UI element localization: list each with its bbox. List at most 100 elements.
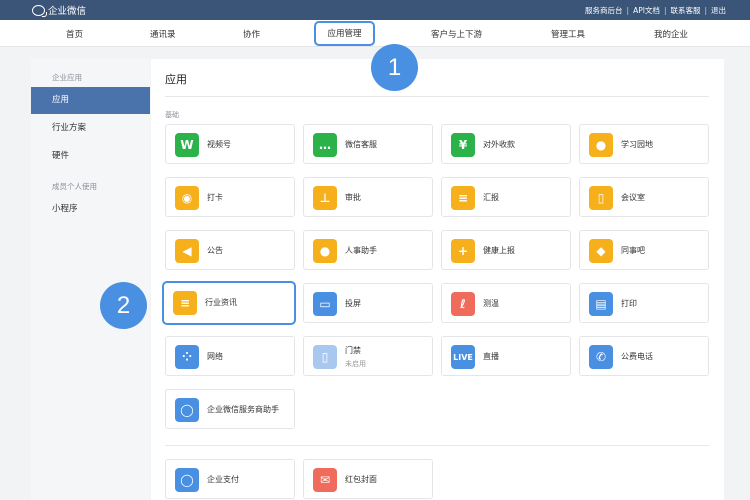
app-card[interactable]: ◆ 同事吧: [579, 230, 709, 270]
app-card[interactable]: ◉ 打卡: [165, 177, 295, 217]
app-card-label: 汇报: [483, 193, 499, 202]
main-panel: 应用 基础 W 视频号 … 微信客服 ¥ 对外收款 ● 学习园地 ◉ 打卡 ⊥ 审批 ≡ 汇报 ▯ 会议室 ◀ 公…: [151, 59, 724, 500]
app-card[interactable]: ● 学习园地: [579, 124, 709, 164]
screen-cast-icon: ▭: [313, 292, 337, 316]
sidebar-group-personal-use: 成员个人使用: [52, 182, 97, 191]
video-channel-icon: W: [175, 133, 199, 157]
sidebar-item-industry-solutions[interactable]: 行业方案: [31, 115, 150, 142]
news-icon: ≡: [173, 291, 197, 315]
app-card-label: 测温: [483, 299, 499, 308]
app-card[interactable]: + 健康上报: [441, 230, 571, 270]
nav-collaboration[interactable]: 协作: [243, 28, 260, 40]
app-card[interactable]: ▤ 打印: [579, 283, 709, 323]
app-card[interactable]: ▯ 门禁未启用: [303, 336, 433, 376]
app-card-label: 企业支付: [207, 475, 239, 484]
nav-home[interactable]: 首页: [66, 28, 83, 40]
router-icon: ⁘: [175, 345, 199, 369]
divider: |: [704, 6, 707, 15]
app-card[interactable]: ◀ 公告: [165, 230, 295, 270]
chat-bubble-icon: ◯: [175, 398, 199, 422]
sidebar-group-enterprise-apps: 企业应用: [52, 73, 82, 82]
app-card-label: 会议室: [621, 193, 645, 202]
person-icon: ●: [313, 239, 337, 263]
app-card-status: 未启用: [345, 360, 366, 368]
app-card-label: 视频号: [207, 140, 231, 149]
app-card-label: 对外收款: [483, 140, 515, 149]
report-icon: ≡: [451, 186, 475, 210]
app-card[interactable]: ¥ 对外收款: [441, 124, 571, 164]
app-card-label: 门禁: [345, 346, 361, 355]
live-icon: LIVE: [451, 345, 475, 369]
app-card-label: 健康上报: [483, 246, 515, 255]
app-card[interactable]: ▭ 投屏: [303, 283, 433, 323]
nav-app-management[interactable]: 应用管理: [314, 21, 375, 46]
network-icon: ◆: [589, 239, 613, 263]
section-label-basic: 基础: [165, 111, 179, 119]
printer-icon: ▤: [589, 292, 613, 316]
app-card-label: 打印: [621, 299, 637, 308]
app-card-label: 直播: [483, 352, 499, 361]
app-card-label: 公告: [207, 246, 223, 255]
step-badge-two: 2: [100, 282, 147, 329]
sidebar: 企业应用 应用 行业方案 硬件 成员个人使用 小程序: [31, 59, 150, 500]
planet-icon: ●: [589, 133, 613, 157]
app-card[interactable]: W 视频号: [165, 124, 295, 164]
link-api-docs[interactable]: API文档: [633, 5, 660, 16]
app-card[interactable]: ✉ 红包封面: [303, 459, 433, 499]
app-card[interactable]: ≡ 行业资讯: [162, 281, 296, 325]
app-card-label: 打卡: [207, 193, 223, 202]
app-card[interactable]: … 微信客服: [303, 124, 433, 164]
main-nav: 首页 通讯录 协作 客户与上下游 管理工具 我的企业: [0, 20, 750, 47]
sidebar-item-apps[interactable]: 应用: [31, 87, 150, 114]
sidebar-item-hardware[interactable]: 硬件: [31, 143, 150, 170]
phone-icon: ✆: [589, 345, 613, 369]
payment-icon: ¥: [451, 133, 475, 157]
link-logout[interactable]: 退出: [711, 5, 726, 16]
sidebar-item-mini-programs[interactable]: 小程序: [31, 196, 150, 223]
brand-logo[interactable]: 企业微信: [32, 3, 86, 17]
stamp-icon: ⊥: [313, 186, 337, 210]
app-card[interactable]: ▯ 会议室: [579, 177, 709, 217]
medical-kit-icon: +: [451, 239, 475, 263]
divider: |: [626, 6, 630, 15]
app-card[interactable]: ≡ 汇报: [441, 177, 571, 217]
nav-app-management-label: 应用管理: [327, 29, 362, 39]
top-bar: 企业微信 服务商后台 | API文档 | 联系客服 | 退出: [0, 0, 750, 20]
payment-chat-icon: ◯: [175, 468, 199, 492]
app-card[interactable]: ⁘ 网络: [165, 336, 295, 376]
divider: [165, 445, 709, 446]
app-card-label: 同事吧: [621, 246, 645, 255]
app-card[interactable]: ℓ 测温: [441, 283, 571, 323]
app-card-label: 企业微信服务商助手: [207, 405, 279, 414]
brand-name: 企业微信: [48, 6, 87, 17]
app-card-label: 网络: [207, 352, 223, 361]
app-card-label: 行业资讯: [205, 298, 237, 307]
app-card[interactable]: ◯ 企业支付: [165, 459, 295, 499]
nav-contacts[interactable]: 通讯录: [150, 28, 176, 40]
app-card-label: 投屏: [345, 299, 361, 308]
divider: |: [663, 6, 667, 15]
app-card-label: 微信客服: [345, 140, 377, 149]
divider: [165, 96, 709, 97]
app-card[interactable]: LIVE 直播: [441, 336, 571, 376]
top-links: 服务商后台 | API文档 | 联系客服 | 退出: [585, 5, 726, 16]
app-card[interactable]: ● 人事助手: [303, 230, 433, 270]
app-card[interactable]: ⊥ 审批: [303, 177, 433, 217]
location-pin-icon: ◉: [175, 186, 199, 210]
link-contact-support[interactable]: 联系客服: [670, 5, 700, 16]
wecom-logo-icon: [32, 4, 47, 17]
app-card-label: 公费电话: [621, 352, 653, 361]
app-card-label: 审批: [345, 193, 361, 202]
app-card-label: 人事助手: [345, 246, 377, 255]
nav-admin-tools[interactable]: 管理工具: [551, 28, 585, 40]
app-card-label: 红包封面: [345, 475, 377, 484]
nav-my-company[interactable]: 我的企业: [654, 28, 688, 40]
thermometer-icon: ℓ: [451, 292, 475, 316]
link-provider-console[interactable]: 服务商后台: [585, 5, 623, 16]
nav-customers[interactable]: 客户与上下游: [431, 28, 482, 40]
access-door-icon: ▯: [313, 345, 337, 369]
app-card[interactable]: ✆ 公费电话: [579, 336, 709, 376]
red-envelope-icon: ✉: [313, 468, 337, 492]
app-card[interactable]: ◯ 企业微信服务商助手: [165, 389, 295, 429]
app-card-label: 学习园地: [621, 140, 653, 149]
